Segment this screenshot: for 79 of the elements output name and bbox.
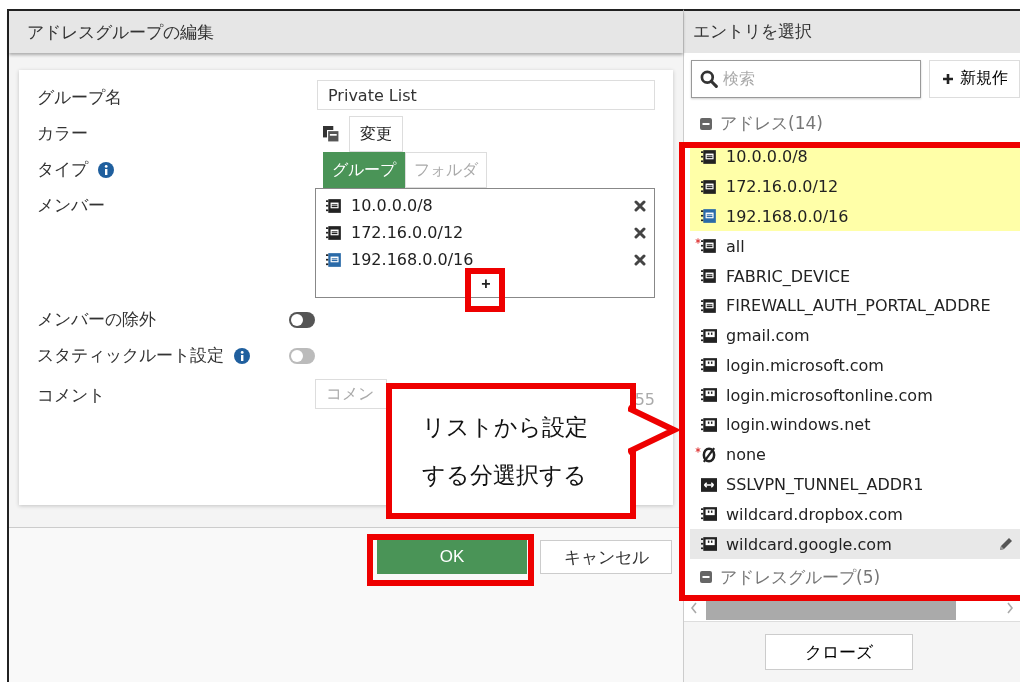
address-book-icon xyxy=(701,268,717,284)
entry-name: all xyxy=(726,236,746,256)
address-book-icon xyxy=(701,238,717,255)
address-book-icon xyxy=(701,208,717,225)
domain-book-icon xyxy=(701,357,717,374)
plus-icon xyxy=(942,72,954,85)
entry-name: wildcard.google.com xyxy=(726,534,893,554)
group-header[interactable]: アドレスグループ(5) xyxy=(690,559,1020,596)
field-label: スタティックルート設定 xyxy=(37,344,224,367)
domain-book-icon xyxy=(701,387,717,404)
entry-item[interactable]: FIREWALL_AUTH_PORTAL_ADDRE xyxy=(690,290,1020,321)
entry-item[interactable]: SSLVPN_TUNNEL_ADDR1 xyxy=(690,469,1020,500)
remove-icon[interactable] xyxy=(634,199,646,212)
pencil-icon[interactable] xyxy=(998,536,1014,553)
remove-icon[interactable] xyxy=(634,253,646,266)
domain-book-icon xyxy=(701,327,717,344)
entry-name: none xyxy=(726,445,767,465)
entry-item[interactable]: login.microsoftonline.com xyxy=(690,380,1020,411)
field-label: コメント xyxy=(37,384,105,407)
panel-title: エントリを選択 xyxy=(693,20,812,44)
entry-name: login.microsoftonline.com xyxy=(726,385,934,405)
cancel-button[interactable]: キャンセル xyxy=(540,540,672,574)
entry-item[interactable]: FABRIC_DEVICE xyxy=(690,261,1020,291)
member-name: 192.168.0.0/16 xyxy=(351,250,475,269)
field-label: タイプ xyxy=(37,158,88,181)
field-label: メンバー xyxy=(37,194,105,217)
toggle-switch[interactable] xyxy=(289,311,315,328)
search-field[interactable]: 検索 xyxy=(691,59,921,98)
ok-button[interactable]: OK xyxy=(377,540,527,574)
entry-name: login.windows.net xyxy=(726,415,872,435)
entry-item[interactable]: wildcard.google.com xyxy=(690,529,1020,560)
entry-name: FABRIC_DEVICE xyxy=(726,266,852,286)
dialog-title: アドレスグループの編集 xyxy=(27,20,214,44)
close-button[interactable]: クローズ xyxy=(765,634,913,670)
entry-item[interactable]: none xyxy=(690,439,1020,470)
collapse-icon xyxy=(700,571,712,584)
tunnel-icon xyxy=(701,476,717,493)
domain-book-icon xyxy=(701,536,717,553)
entry-name: login.microsoft.com xyxy=(726,355,885,375)
field-label: カラー xyxy=(37,122,88,145)
group-name-field[interactable]: Private List xyxy=(317,80,655,110)
domain-book-icon xyxy=(701,417,717,433)
field-label: グループ名 xyxy=(37,86,122,109)
field-label: メンバーの除外 xyxy=(37,308,156,331)
group-header[interactable]: アドレス(14) xyxy=(690,105,1020,142)
entry-name: SSLVPN_TUNNEL_ADDR1 xyxy=(726,475,925,495)
entry-name: gmail.com xyxy=(726,326,811,346)
entry-item[interactable]: all xyxy=(690,231,1020,262)
entry-name: 192.168.0.0/16 xyxy=(726,206,850,226)
member-name: 10.0.0.0/8 xyxy=(351,196,434,215)
create-new-button[interactable]: 新規作 xyxy=(929,59,1020,98)
domain-book-icon xyxy=(701,506,717,523)
entry-name: 10.0.0.0/8 xyxy=(726,147,809,167)
entry-item[interactable]: gmail.com xyxy=(690,320,1020,351)
entry-item[interactable]: login.windows.net xyxy=(690,410,1020,440)
entry-name: 172.16.0.0/12 xyxy=(726,177,840,197)
entry-name: wildcard.dropbox.com xyxy=(726,504,904,524)
change-button[interactable]: 変更 xyxy=(349,116,403,152)
type-option[interactable]: グループ xyxy=(323,152,405,188)
highlight-frame xyxy=(465,268,505,312)
color-swatch-icon xyxy=(323,126,339,142)
entry-item[interactable]: login.microsoft.com xyxy=(690,350,1020,381)
member-name: 172.16.0.0/12 xyxy=(351,223,465,242)
collapse-icon xyxy=(700,117,712,130)
character-counter: 55 xyxy=(634,389,655,409)
address-book-icon xyxy=(701,297,717,314)
entry-item[interactable]: 192.168.0.0/16 xyxy=(690,201,1020,232)
add-member-button[interactable]: + xyxy=(477,275,495,293)
address-book-icon xyxy=(701,148,717,165)
search-icon xyxy=(700,69,718,88)
no-address-icon xyxy=(701,446,717,463)
entry-item[interactable]: 172.16.0.0/12 xyxy=(690,171,1020,202)
entry-name: FIREWALL_AUTH_PORTAL_ADDRE xyxy=(726,296,992,316)
address-book-icon xyxy=(701,178,717,195)
entry-item[interactable]: wildcard.dropbox.com xyxy=(690,499,1020,530)
callout-text: リストから設定する分選択する xyxy=(422,413,589,490)
remove-icon[interactable] xyxy=(634,226,646,239)
info-icon[interactable] xyxy=(98,161,114,178)
comment-field[interactable]: コメン xyxy=(315,378,387,409)
